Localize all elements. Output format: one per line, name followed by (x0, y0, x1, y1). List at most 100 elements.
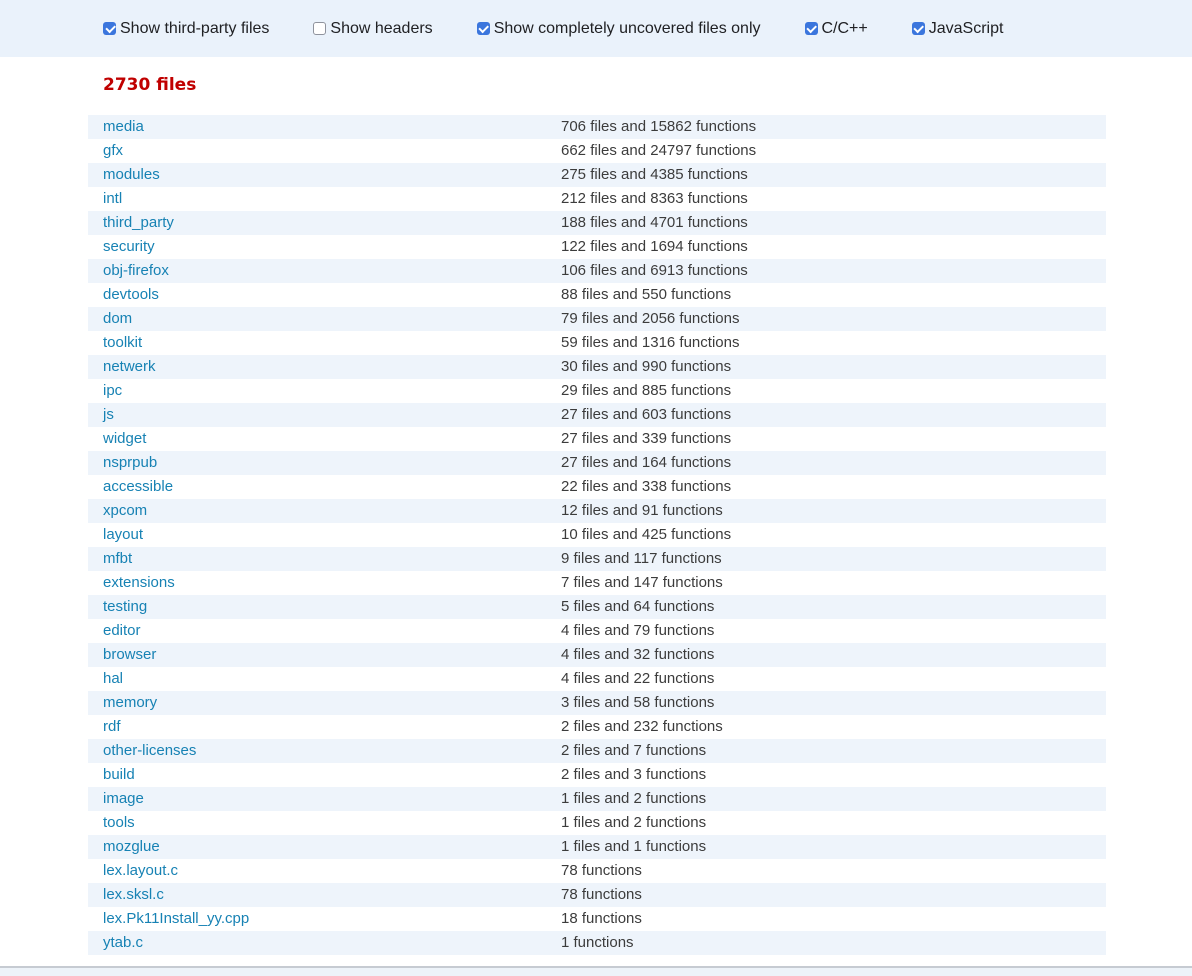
file-function-stats: 29 files and 885 functions (561, 382, 732, 399)
directory-link[interactable]: widget (103, 430, 146, 447)
checked-checkbox-icon[interactable] (804, 22, 818, 35)
directory-link[interactable]: lex.layout.c (103, 862, 178, 879)
checked-checkbox-icon[interactable] (103, 22, 116, 35)
file-function-stats: 7 files and 147 functions (561, 574, 723, 591)
directory-link[interactable]: security (103, 238, 155, 255)
directory-link[interactable]: rdf (103, 718, 121, 735)
directory-link[interactable]: extensions (103, 574, 175, 591)
file-function-stats: 188 files and 4701 functions (561, 214, 748, 231)
checked-checkbox-icon[interactable] (476, 22, 490, 35)
directory-link[interactable]: layout (103, 526, 143, 543)
table-row: intl 212 files and 8363 functions (88, 187, 1106, 211)
table-row: layout 10 files and 425 functions (88, 523, 1106, 547)
directory-link[interactable]: intl (103, 190, 122, 207)
checkbox-group: C/C++ (804, 20, 868, 38)
table-row: build 2 files and 3 functions (88, 763, 1106, 787)
directory-link[interactable]: editor (103, 622, 141, 639)
file-function-stats: 27 files and 339 functions (561, 430, 732, 447)
table-row: extensions 7 files and 147 functions (88, 571, 1106, 595)
directory-link[interactable]: media (103, 118, 144, 135)
directory-link[interactable]: browser (103, 646, 156, 663)
coverage-table-body: media 706 files and 15862 functions gfx … (88, 115, 1106, 955)
table-row: testing 5 files and 64 functions (88, 595, 1106, 619)
file-function-stats: 1 files and 2 functions (561, 814, 707, 831)
directory-link[interactable]: ipc (103, 382, 122, 399)
table-row: third_party 188 files and 4701 functions (88, 211, 1106, 235)
file-function-stats: 78 functions (561, 862, 642, 879)
directory-link[interactable]: xpcom (103, 502, 147, 519)
file-function-stats: 30 files and 990 functions (561, 358, 732, 375)
table-row: toolkit 59 files and 1316 functions (88, 331, 1106, 355)
table-row: devtools 88 files and 550 functions (88, 283, 1106, 307)
file-function-stats: 106 files and 6913 functions (561, 262, 748, 279)
file-function-stats: 4 files and 22 functions (561, 670, 715, 687)
file-function-stats: 79 files and 2056 functions (561, 310, 740, 327)
checkbox-group: Show completely uncovered files only (476, 19, 761, 38)
checkbox-label: Show headers (330, 19, 433, 37)
file-function-stats: 5 files and 64 functions (561, 598, 715, 615)
file-function-stats: 2 files and 232 functions (561, 718, 723, 735)
file-function-stats: 1 files and 2 functions (561, 790, 707, 807)
directory-link[interactable]: netwerk (103, 358, 156, 375)
file-function-stats: 18 functions (561, 910, 642, 927)
directory-link[interactable]: dom (103, 310, 132, 327)
directory-link[interactable]: lex.sksl.c (103, 886, 164, 903)
directory-link[interactable]: js (103, 406, 114, 423)
table-row: ytab.c 1 functions (88, 931, 1106, 955)
directory-link[interactable]: memory (103, 694, 157, 711)
file-function-stats: 59 files and 1316 functions (561, 334, 740, 351)
directory-link[interactable]: toolkit (103, 334, 142, 351)
file-function-stats: 22 files and 338 functions (561, 478, 732, 495)
directory-link[interactable]: modules (103, 166, 160, 183)
file-function-stats: 78 functions (561, 886, 642, 903)
checkbox-group: Show headers (313, 19, 433, 38)
directory-link[interactable]: third_party (103, 214, 174, 231)
directory-link[interactable]: mfbt (103, 550, 132, 567)
directory-link[interactable]: devtools (103, 286, 159, 303)
file-function-stats: 3 files and 58 functions (561, 694, 715, 711)
directory-link[interactable]: build (103, 766, 135, 783)
table-row: lex.sksl.c 78 functions (88, 883, 1106, 907)
directory-link[interactable]: mozglue (103, 838, 160, 855)
directory-link[interactable]: hal (103, 670, 123, 687)
checked-checkbox-icon[interactable] (911, 22, 925, 35)
table-row: hal 4 files and 22 functions (88, 667, 1106, 691)
file-function-stats: 275 files and 4385 functions (561, 166, 748, 183)
file-function-stats: 12 files and 91 functions (561, 502, 723, 519)
table-row: image 1 files and 2 functions (88, 787, 1106, 811)
unchecked-checkbox-icon[interactable] (313, 22, 327, 35)
directory-link[interactable]: accessible (103, 478, 173, 495)
file-function-stats: 27 files and 603 functions (561, 406, 732, 423)
footer-bar (0, 966, 1192, 976)
file-count-heading: 2730 files (103, 75, 197, 95)
file-function-stats: 1 functions (561, 934, 634, 951)
table-row: other-licenses 2 files and 7 functions (88, 739, 1106, 763)
directory-link[interactable]: gfx (103, 142, 123, 159)
file-function-stats: 706 files and 15862 functions (561, 118, 757, 135)
directory-link[interactable]: ytab.c (103, 934, 143, 951)
file-function-stats: 4 files and 32 functions (561, 646, 715, 663)
directory-link[interactable]: tools (103, 814, 135, 831)
table-row: nsprpub 27 files and 164 functions (88, 451, 1106, 475)
filter-bar: Show third-party files Show headers Show… (0, 0, 1192, 57)
table-row: ipc 29 files and 885 functions (88, 379, 1106, 403)
directory-link[interactable]: testing (103, 598, 147, 615)
directory-link[interactable]: image (103, 790, 144, 807)
table-row: gfx 662 files and 24797 functions (88, 139, 1106, 163)
directory-link[interactable]: obj-firefox (103, 262, 169, 279)
table-row: mfbt 9 files and 117 functions (88, 547, 1106, 571)
directory-link[interactable]: lex.Pk11Install_yy.cpp (103, 910, 249, 927)
table-row: rdf 2 files and 232 functions (88, 715, 1106, 739)
table-row: netwerk 30 files and 990 functions (88, 355, 1106, 379)
checkbox-group: Show third-party files (103, 20, 269, 38)
directory-link[interactable]: other-licenses (103, 742, 196, 759)
checkbox-label: Show completely uncovered files only (493, 19, 761, 37)
file-function-stats: 10 files and 425 functions (561, 526, 732, 543)
file-function-stats: 2 files and 3 functions (561, 766, 707, 783)
table-row: obj-firefox 106 files and 6913 functions (88, 259, 1106, 283)
file-function-stats: 662 files and 24797 functions (561, 142, 757, 159)
directory-link[interactable]: nsprpub (103, 454, 157, 471)
file-function-stats: 9 files and 117 functions (561, 550, 722, 567)
table-row: lex.Pk11Install_yy.cpp 18 functions (88, 907, 1106, 931)
table-row: accessible 22 files and 338 functions (88, 475, 1106, 499)
